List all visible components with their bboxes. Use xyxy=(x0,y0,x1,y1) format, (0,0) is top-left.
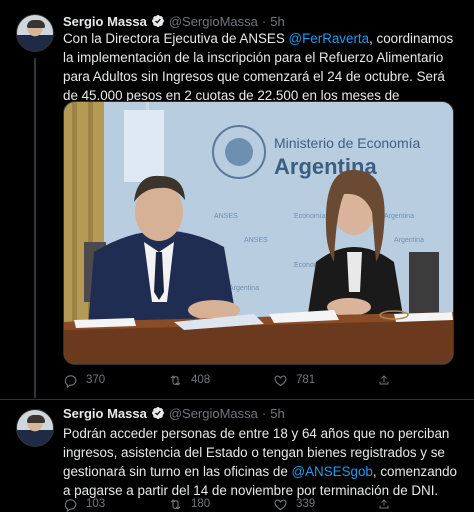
reply-button[interactable]: 103 xyxy=(63,497,168,512)
verified-badge-icon xyxy=(151,407,164,419)
share-button[interactable] xyxy=(378,373,398,388)
reply-count: 370 xyxy=(86,374,106,386)
like-icon xyxy=(274,499,287,510)
reply-icon xyxy=(64,498,77,512)
share-button[interactable] xyxy=(378,497,398,512)
share-icon xyxy=(379,498,389,508)
reply-icon xyxy=(64,374,77,388)
tweet-actions: 103 180 339 xyxy=(63,495,403,512)
retweet-icon xyxy=(170,374,181,386)
like-button[interactable]: 781 xyxy=(273,373,378,388)
tweet-header: Sergio Massa @SergioMassa · 5h xyxy=(63,404,285,422)
mention-link[interactable]: @ANSESgob xyxy=(292,464,373,479)
tweet-1[interactable]: Sergio Massa @SergioMassa · 5h Con la Di… xyxy=(0,0,474,400)
share-icon xyxy=(379,374,389,384)
avatar[interactable] xyxy=(16,14,54,52)
author-name[interactable]: Sergio Massa xyxy=(63,14,147,29)
verified-badge-icon xyxy=(151,15,164,27)
tweet-header: Sergio Massa @SergioMassa · 5h xyxy=(63,12,285,30)
like-button[interactable]: 339 xyxy=(273,497,378,512)
like-icon xyxy=(274,375,287,386)
tweet-timestamp[interactable]: 5h xyxy=(270,406,284,421)
author-handle[interactable]: @SergioMassa xyxy=(169,406,258,421)
separator-dot: · xyxy=(261,405,267,421)
retweet-icon xyxy=(170,498,181,510)
tweet-text-part: Con la Directora Ejecutiva de ANSES xyxy=(63,31,289,46)
avatar[interactable] xyxy=(16,409,54,447)
backdrop-label: Economía xyxy=(294,213,326,220)
tweet-2[interactable]: Sergio Massa @SergioMassa · 5h Podrán ac… xyxy=(0,400,474,512)
tweet-photo[interactable]: Ministerio de Economía Argentina ANSES E… xyxy=(63,101,454,365)
mention-link[interactable]: @FerRaverta xyxy=(289,31,370,46)
retweet-count: 408 xyxy=(191,374,211,386)
author-handle[interactable]: @SergioMassa xyxy=(169,14,258,29)
banner-title: Ministerio de Economía xyxy=(274,135,421,151)
backdrop-label: Argentina xyxy=(394,237,424,244)
reply-count: 103 xyxy=(86,498,106,510)
separator-dot: · xyxy=(261,13,267,29)
tweet-timestamp[interactable]: 5h xyxy=(270,14,284,29)
like-count: 339 xyxy=(296,498,316,510)
retweet-button[interactable]: 180 xyxy=(168,497,273,512)
like-count: 781 xyxy=(296,374,316,386)
backdrop-label: Argentina xyxy=(384,213,414,220)
backdrop-label: Argentina xyxy=(229,285,259,292)
photo-meeting-scene: Ministerio de Economía Argentina ANSES E… xyxy=(64,102,453,364)
reply-button[interactable]: 370 xyxy=(63,373,168,388)
tweet-actions: 370 408 781 xyxy=(63,371,403,389)
author-name[interactable]: Sergio Massa xyxy=(63,406,147,421)
thread-connector-line xyxy=(34,58,36,398)
backdrop-label: ANSES xyxy=(244,237,268,244)
retweet-button[interactable]: 408 xyxy=(168,373,273,388)
retweet-count: 180 xyxy=(191,498,211,510)
tweet-text: Podrán acceder personas de entre 18 y 64… xyxy=(63,424,458,500)
backdrop-label: ANSES xyxy=(214,213,238,220)
